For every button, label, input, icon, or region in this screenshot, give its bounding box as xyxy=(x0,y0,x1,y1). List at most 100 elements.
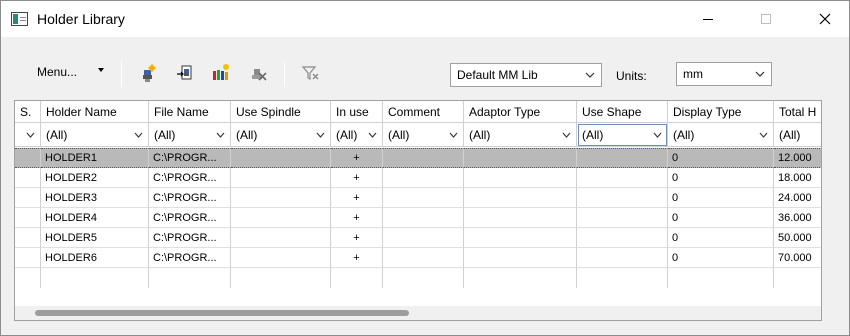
table-row[interactable]: HOLDER5 C:\PROGR... + 0 50.000 xyxy=(15,228,821,248)
filter-holder-name[interactable]: (All) xyxy=(41,123,149,147)
close-button[interactable] xyxy=(802,1,848,37)
column-header-use-shape[interactable]: Use Shape xyxy=(577,101,668,123)
table-row-empty xyxy=(15,268,821,288)
filter-display-type[interactable]: (All) xyxy=(668,123,774,147)
cell-use-spindle xyxy=(231,168,331,188)
column-header-holder-name[interactable]: Holder Name xyxy=(41,101,149,123)
filter-use-spindle[interactable]: (All) xyxy=(231,123,331,147)
filter-value: (All) xyxy=(582,127,604,142)
cell-adaptor-type xyxy=(464,188,577,208)
table-row[interactable]: HOLDER4 C:\PROGR... + 0 36.000 xyxy=(15,208,821,228)
table-row[interactable]: HOLDER1 C:\PROGR... + 0 12.000 xyxy=(15,148,821,168)
cell-holder-name: HOLDER6 xyxy=(41,248,149,268)
title-bar: Holder Library xyxy=(1,1,849,37)
chevron-down-icon xyxy=(562,132,571,138)
cell-display-type xyxy=(668,268,774,288)
cell-adaptor-type xyxy=(464,248,577,268)
cell-comment xyxy=(383,188,464,208)
column-header-display-type[interactable]: Display Type xyxy=(668,101,774,123)
new-holder-icon[interactable] xyxy=(138,63,158,83)
chevron-down-icon xyxy=(759,132,768,138)
cell-file-name: C:\PROGR... xyxy=(149,208,231,228)
cell-comment xyxy=(383,168,464,188)
cell-holder-name: HOLDER1 xyxy=(41,148,149,168)
filter-total-height[interactable]: (All) xyxy=(774,123,821,147)
column-header-use-spindle[interactable]: Use Spindle xyxy=(231,101,331,123)
column-header-file-name[interactable]: File Name xyxy=(149,101,231,123)
menu-button-label: Menu... xyxy=(37,65,78,79)
chevron-down-icon xyxy=(316,132,325,138)
units-select-value: mm xyxy=(683,67,703,81)
chevron-down-icon xyxy=(216,132,225,138)
cell-status xyxy=(15,268,41,288)
library-select[interactable]: Default MM Lib xyxy=(450,63,602,87)
minimize-icon xyxy=(703,18,713,20)
color-palette-icon[interactable] xyxy=(211,63,231,83)
cell-total-height xyxy=(774,268,821,288)
units-label: Units: xyxy=(616,69,647,83)
cell-use-spindle xyxy=(231,268,331,288)
cell-adaptor-type xyxy=(464,208,577,228)
import-holder-icon[interactable] xyxy=(175,63,195,83)
cell-holder-name xyxy=(41,268,149,288)
library-select-value: Default MM Lib xyxy=(457,68,538,82)
filter-value: (All) xyxy=(46,127,68,142)
delete-holder-icon[interactable] xyxy=(248,63,268,83)
clear-filter-icon[interactable] xyxy=(301,63,321,83)
menu-button[interactable]: Menu... xyxy=(37,64,77,80)
cell-total-height: 36.000 xyxy=(774,208,821,228)
column-header-status[interactable]: S. xyxy=(15,101,41,123)
maximize-button[interactable] xyxy=(743,1,789,37)
filter-in-use[interactable]: (All) xyxy=(331,123,383,147)
cell-total-height: 18.000 xyxy=(774,168,821,188)
column-header-comment[interactable]: Comment xyxy=(383,101,464,123)
cell-file-name: C:\PROGR... xyxy=(149,248,231,268)
cell-file-name xyxy=(149,268,231,288)
filter-status[interactable] xyxy=(15,123,41,147)
filter-adaptor-type[interactable]: (All) xyxy=(464,123,577,147)
cell-comment xyxy=(383,228,464,248)
cell-comment xyxy=(383,148,464,168)
cell-holder-name: HOLDER2 xyxy=(41,168,149,188)
cell-display-type: 0 xyxy=(668,208,774,228)
filter-use-shape[interactable]: (All) xyxy=(577,123,668,147)
cell-in-use: + xyxy=(331,228,383,248)
cell-holder-name: HOLDER5 xyxy=(41,228,149,248)
chevron-down-icon xyxy=(134,132,143,138)
filter-file-name[interactable]: (All) xyxy=(149,123,231,147)
cell-use-spindle xyxy=(231,228,331,248)
cell-use-shape xyxy=(577,208,668,228)
column-header-in-use[interactable]: In use xyxy=(331,101,383,123)
cell-display-type: 0 xyxy=(668,228,774,248)
filter-value: (All) xyxy=(779,127,801,142)
cell-use-shape xyxy=(577,148,668,168)
app-icon xyxy=(11,12,28,26)
filter-comment[interactable]: (All) xyxy=(383,123,464,147)
column-header-total-height[interactable]: Total H xyxy=(774,101,821,123)
table-row[interactable]: HOLDER2 C:\PROGR... + 0 18.000 xyxy=(15,168,821,188)
cell-display-type: 0 xyxy=(668,168,774,188)
cell-holder-name: HOLDER3 xyxy=(41,188,149,208)
cell-comment xyxy=(383,248,464,268)
table-row[interactable]: HOLDER3 C:\PROGR... + 0 24.000 xyxy=(15,188,821,208)
minimize-button[interactable] xyxy=(685,1,731,37)
scrollbar-thumb[interactable] xyxy=(35,310,409,316)
cell-in-use: + xyxy=(331,208,383,228)
cell-file-name: C:\PROGR... xyxy=(149,188,231,208)
horizontal-scrollbar[interactable] xyxy=(15,306,821,320)
cell-in-use xyxy=(331,268,383,288)
filter-value: (All) xyxy=(673,127,695,142)
cell-use-shape xyxy=(577,228,668,248)
cell-in-use: + xyxy=(331,188,383,208)
cell-total-height: 70.000 xyxy=(774,248,821,268)
cell-use-spindle xyxy=(231,188,331,208)
cell-status xyxy=(15,148,41,168)
filter-value: (All) xyxy=(469,127,491,142)
table-row[interactable]: HOLDER6 C:\PROGR... + 0 70.000 xyxy=(15,248,821,268)
column-header-adaptor-type[interactable]: Adaptor Type xyxy=(464,101,577,123)
units-select[interactable]: mm xyxy=(676,62,772,86)
cell-status xyxy=(15,248,41,268)
cell-use-spindle xyxy=(231,248,331,268)
filter-value: (All) xyxy=(236,127,258,142)
cell-holder-name: HOLDER4 xyxy=(41,208,149,228)
